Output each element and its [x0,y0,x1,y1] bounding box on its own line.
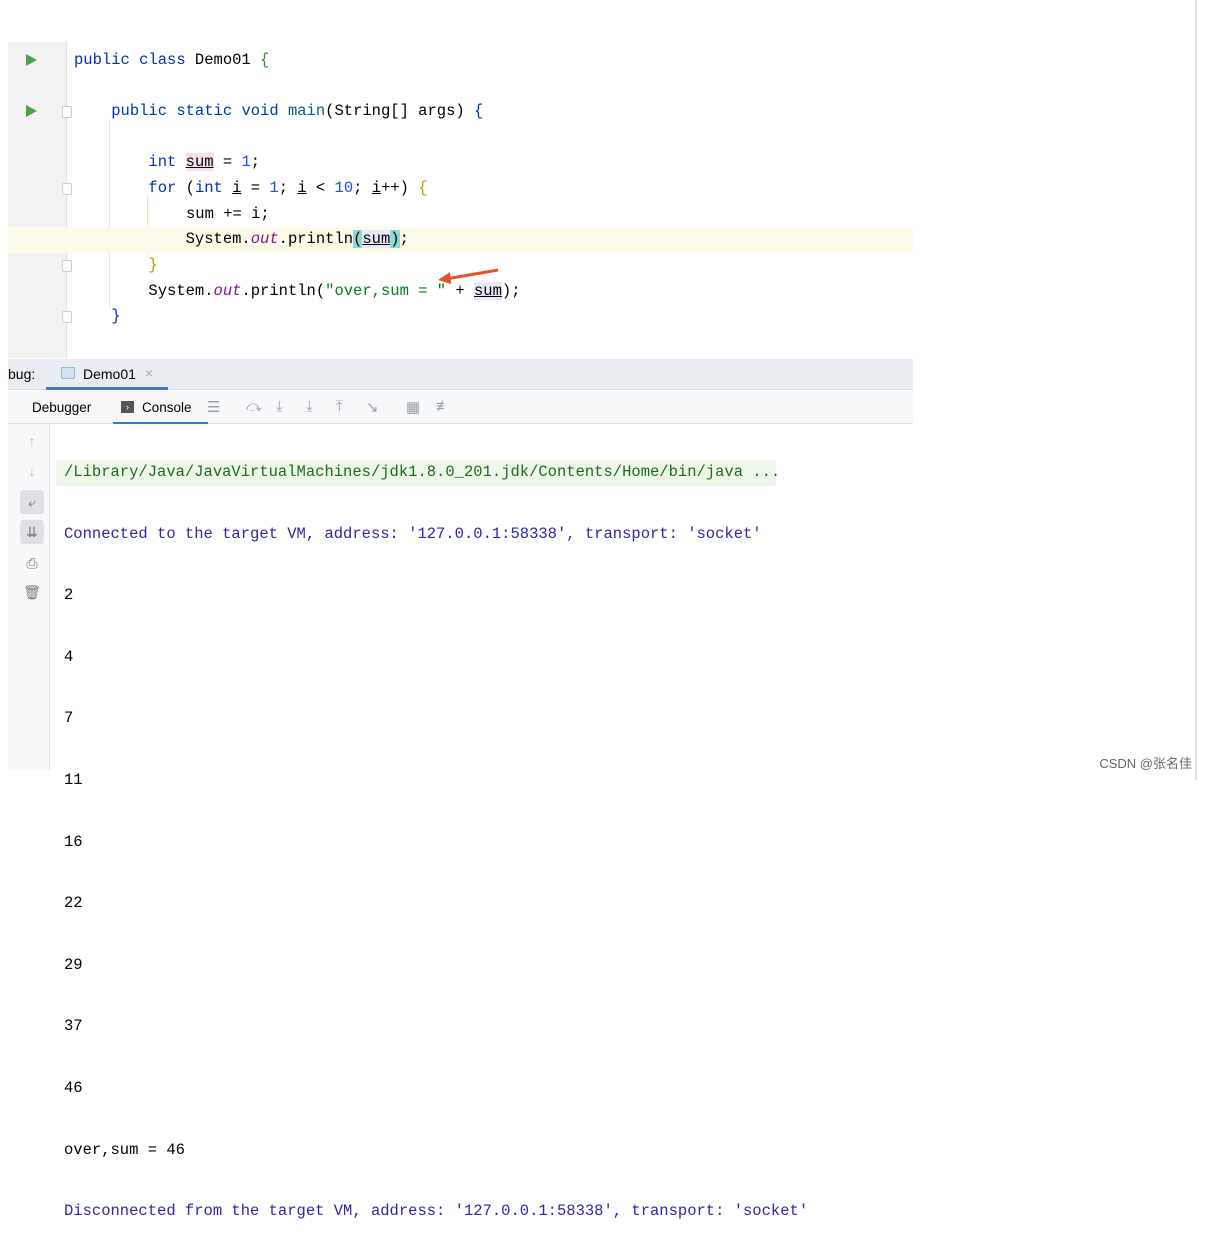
console-line: 2 [64,586,74,605]
run-to-cursor-icon[interactable]: ↘ [366,398,379,416]
scroll-to-end-icon[interactable]: ⇊ [20,520,44,544]
evaluate-icon[interactable]: ▦ [406,398,420,416]
menu-icon[interactable]: ☰ [207,398,220,416]
console-line: 4 [64,647,74,666]
code-line-1: public class Demo01 { [8,48,913,74]
tab-console[interactable]: › Console [113,391,208,424]
fold-icon[interactable] [62,183,72,195]
console-line: 37 [64,1017,83,1036]
fold-icon[interactable] [62,311,72,323]
debug-tab-bar: bug: Demo01 × [8,359,913,390]
console-label: Console [142,400,192,415]
run-icon[interactable] [26,105,37,117]
code-editor[interactable]: public class Demo01 { public static void… [8,42,913,358]
step-into-icon[interactable]: ⤓ [276,398,283,415]
console-line: 46 [64,1078,83,1097]
debug-label: bug: [8,366,36,382]
close-icon[interactable]: × [145,365,153,381]
console-side-toolbar: ↑ ↓ ⤶ ⇊ ⎙ 🗑 [8,424,50,770]
console-line: /Library/Java/JavaVirtualMachines/jdk1.8… [56,460,780,486]
code-line-3: public static void main(String[] args) { [8,99,913,125]
annotation-arrow-icon [438,268,499,284]
print-icon[interactable]: ⎙ [20,551,44,575]
tab-label: Demo01 [83,366,136,382]
console-line: 29 [64,955,83,974]
code-line-6: for (int i = 1; i < 10; i++) { [8,176,913,202]
code-line-8-current: System.out.println(sum); [8,227,913,253]
fold-icon[interactable] [62,106,72,118]
step-out-icon[interactable]: ⤒ [336,398,343,415]
code-line-7: sum += i; [8,202,913,228]
console-line: 7 [64,709,74,728]
window-icon [61,367,75,379]
debug-toolbar: Debugger › Console ☰ ⤼ ⤓ ⤓ ⤒ ↘ ▦ ≢ [8,391,913,424]
console-line: over,sum = 46 [64,1140,185,1159]
tab-demo01[interactable]: Demo01 × [46,359,168,390]
console-line: 16 [64,832,83,851]
console-icon: › [121,401,134,413]
code-line-11: } [8,304,913,330]
code-line-5: int sum = 1; [148,153,261,171]
down-arrow-icon[interactable]: ↓ [20,459,44,483]
fold-icon[interactable] [62,260,72,272]
watermark: CSDN @张名佳 [1099,756,1192,771]
soft-wrap-icon[interactable]: ⤶ [20,490,44,514]
up-arrow-icon[interactable]: ↑ [20,429,44,453]
trace-icon[interactable]: ≢ [436,398,451,415]
trash-icon[interactable]: 🗑 [20,580,44,604]
code-line-7-text: sum += i; [186,205,270,223]
console-output[interactable]: /Library/Java/JavaVirtualMachines/jdk1.8… [56,424,913,1243]
force-step-into-icon[interactable]: ⤓ [306,398,313,415]
run-icon[interactable] [26,54,37,66]
console-line: Disconnected from the target VM, address… [64,1202,809,1221]
right-border [1195,0,1197,780]
console-line: 11 [64,770,83,789]
step-over-icon[interactable]: ⤼ [246,398,262,415]
console-line: Connected to the target VM, address: '12… [64,524,762,543]
console-line: 22 [64,894,83,913]
tab-debugger[interactable]: Debugger [32,400,91,415]
